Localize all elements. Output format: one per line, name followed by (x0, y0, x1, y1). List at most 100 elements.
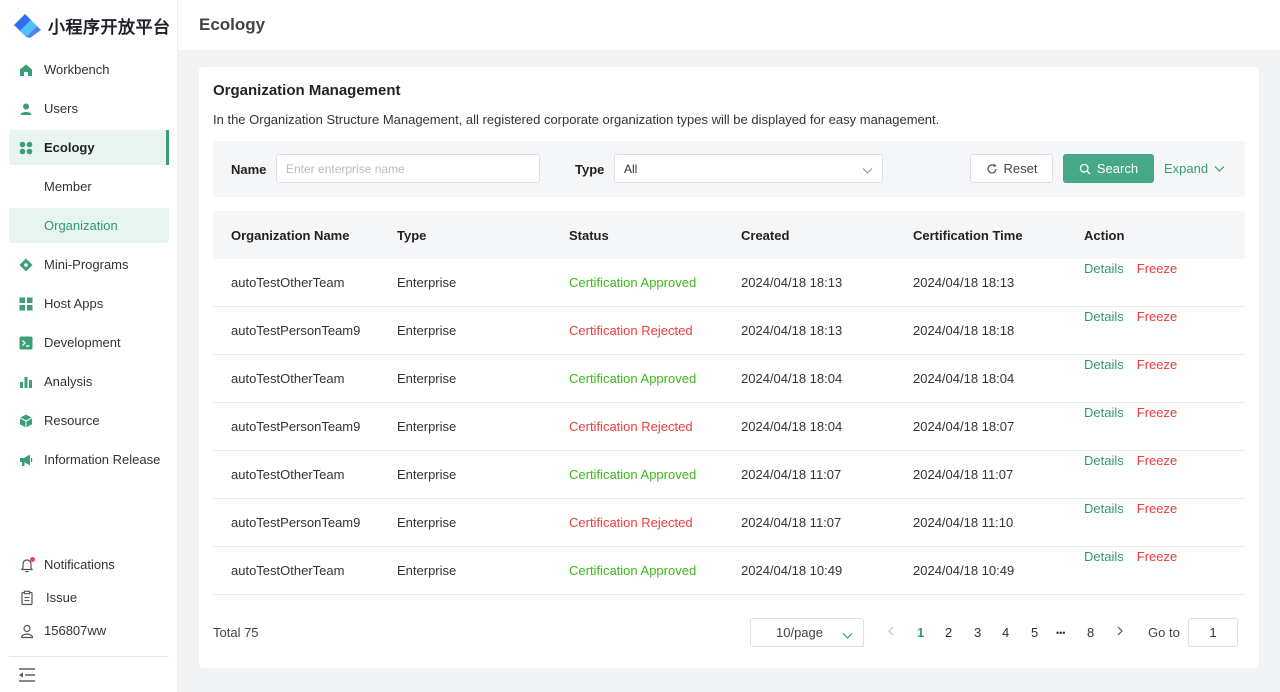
page-button[interactable]: 4 (1002, 625, 1009, 640)
user-icon (19, 102, 33, 116)
goto-label: Go to (1148, 625, 1180, 640)
page-button[interactable]: 8 (1087, 625, 1094, 640)
chevron-down-icon (1214, 165, 1225, 172)
details-link[interactable]: Details (1084, 357, 1124, 372)
expand-button[interactable]: Expand (1164, 154, 1225, 183)
type-select-value: All (624, 161, 638, 176)
created-cell: 2024/04/18 18:13 (741, 323, 843, 338)
type-cell: Enterprise (397, 563, 457, 578)
enterprise-name-input[interactable] (276, 154, 540, 183)
sidebar-item-label: Member (44, 179, 92, 194)
organization-table: Organization Name Type Status Created Ce… (213, 211, 1245, 595)
created-cell: 2024/04/18 18:13 (741, 275, 843, 290)
cube-icon (19, 414, 33, 428)
sidebar-item-label: Analysis (44, 374, 93, 389)
sidebar-bottom: Notifications Issue 156807ww (9, 548, 169, 647)
page-button[interactable]: 1 (917, 625, 924, 640)
sidebar-item-label: Development (44, 335, 121, 350)
page-size-select[interactable]: 10/page (750, 618, 864, 647)
sidebar-item-workbench[interactable]: Workbench (9, 52, 169, 87)
search-icon (1079, 163, 1091, 174)
page-button[interactable]: 3 (974, 625, 981, 640)
action-cell: Details Freeze (1084, 261, 1177, 276)
sidebar-item-label: Issue (46, 590, 78, 605)
sidebar-item-label: Ecology (44, 140, 95, 155)
details-link[interactable]: Details (1084, 261, 1124, 276)
search-label: Search (1096, 161, 1139, 176)
cert-time-cell: 2024/04/18 11:10 (913, 515, 1014, 530)
card-description: In the Organization Structure Management… (213, 112, 940, 127)
freeze-link[interactable]: Freeze (1137, 357, 1177, 372)
type-select[interactable]: All (614, 154, 883, 183)
sidebar-item-analysis[interactable]: Analysis (9, 364, 169, 399)
details-link[interactable]: Details (1084, 453, 1124, 468)
column-header: Type (397, 227, 427, 243)
action-cell: Details Freeze (1084, 309, 1177, 324)
freeze-link[interactable]: Freeze (1137, 261, 1177, 276)
status-cell: Certification Approved (569, 371, 697, 386)
column-header: Organization Name (231, 227, 350, 243)
sidebar-item-issue[interactable]: Issue (9, 581, 169, 614)
grid-icon (19, 141, 33, 155)
sidebar-item-development[interactable]: Development (9, 325, 169, 360)
search-button[interactable]: Search (1063, 154, 1154, 183)
page-title: Ecology (199, 15, 266, 34)
freeze-link[interactable]: Freeze (1137, 501, 1177, 516)
sidebar-item-label: Mini-Programs (44, 257, 129, 272)
goto-page-input[interactable] (1188, 618, 1238, 647)
action-cell: Details Freeze (1084, 453, 1177, 468)
app-logo[interactable]: 小程序开放平台 (12, 12, 171, 38)
sidebar-item-information-release[interactable]: Information Release (9, 442, 169, 477)
sidebar-item-profile[interactable]: 156807ww (9, 614, 169, 647)
sidebar-item-host-apps[interactable]: Host Apps (9, 286, 169, 321)
status-cell: Certification Approved (569, 467, 697, 482)
type-cell: Enterprise (397, 275, 457, 290)
table-header: Organization Name Type Status Created Ce… (213, 211, 1245, 259)
page-size-value: 10/page (776, 625, 823, 640)
sidebar-item-ecology[interactable]: Ecology (9, 130, 169, 165)
next-page-icon[interactable] (1116, 625, 1124, 640)
reset-button[interactable]: Reset (970, 154, 1053, 183)
sidebar-item-label: Notifications (44, 557, 115, 572)
table-row: autoTestPersonTeam9 Enterprise Certifica… (213, 499, 1245, 547)
card-title: Organization Management (213, 82, 401, 99)
details-link[interactable]: Details (1084, 501, 1124, 516)
cert-time-cell: 2024/04/18 11:07 (913, 467, 1014, 482)
table-row: autoTestOtherTeam Enterprise Certificati… (213, 451, 1245, 499)
status-cell: Certification Approved (569, 563, 697, 578)
sidebar-item-notifications[interactable]: Notifications (9, 548, 169, 581)
type-cell: Enterprise (397, 323, 457, 338)
created-cell: 2024/04/18 10:49 (741, 563, 843, 578)
page-ellipsis[interactable]: ••• (1056, 628, 1065, 638)
megaphone-icon (19, 453, 33, 467)
notification-dot (30, 556, 35, 562)
sidebar-divider (9, 656, 169, 657)
created-cell: 2024/04/18 11:07 (741, 515, 842, 530)
sidebar-item-label: Users (44, 101, 78, 116)
collapse-sidebar-icon[interactable] (18, 667, 36, 683)
sidebar-item-users[interactable]: Users (9, 91, 169, 126)
status-cell: Certification Approved (569, 275, 697, 290)
details-link[interactable]: Details (1084, 549, 1124, 564)
page-button[interactable]: 2 (945, 625, 952, 640)
page-button[interactable]: 5 (1031, 625, 1038, 640)
table-row: autoTestPersonTeam9 Enterprise Certifica… (213, 403, 1245, 451)
details-link[interactable]: Details (1084, 405, 1124, 420)
sidebar-item-mini-programs[interactable]: Mini-Programs (9, 247, 169, 282)
prev-page-icon[interactable] (887, 625, 895, 640)
freeze-link[interactable]: Freeze (1137, 549, 1177, 564)
sidebar-item-organization[interactable]: Organization (9, 208, 169, 243)
freeze-link[interactable]: Freeze (1137, 453, 1177, 468)
sidebar-item-member[interactable]: Member (9, 169, 169, 204)
cert-time-cell: 2024/04/18 10:49 (913, 563, 1015, 578)
org-name-cell: autoTestOtherTeam (231, 371, 345, 386)
table-row: autoTestOtherTeam Enterprise Certificati… (213, 355, 1245, 403)
freeze-link[interactable]: Freeze (1137, 405, 1177, 420)
details-link[interactable]: Details (1084, 309, 1124, 324)
org-name-cell: autoTestPersonTeam9 (231, 515, 361, 530)
cert-time-cell: 2024/04/18 18:07 (913, 419, 1015, 434)
action-cell: Details Freeze (1084, 501, 1177, 516)
freeze-link[interactable]: Freeze (1137, 309, 1177, 324)
sidebar-item-resource[interactable]: Resource (9, 403, 169, 438)
type-cell: Enterprise (397, 515, 457, 530)
